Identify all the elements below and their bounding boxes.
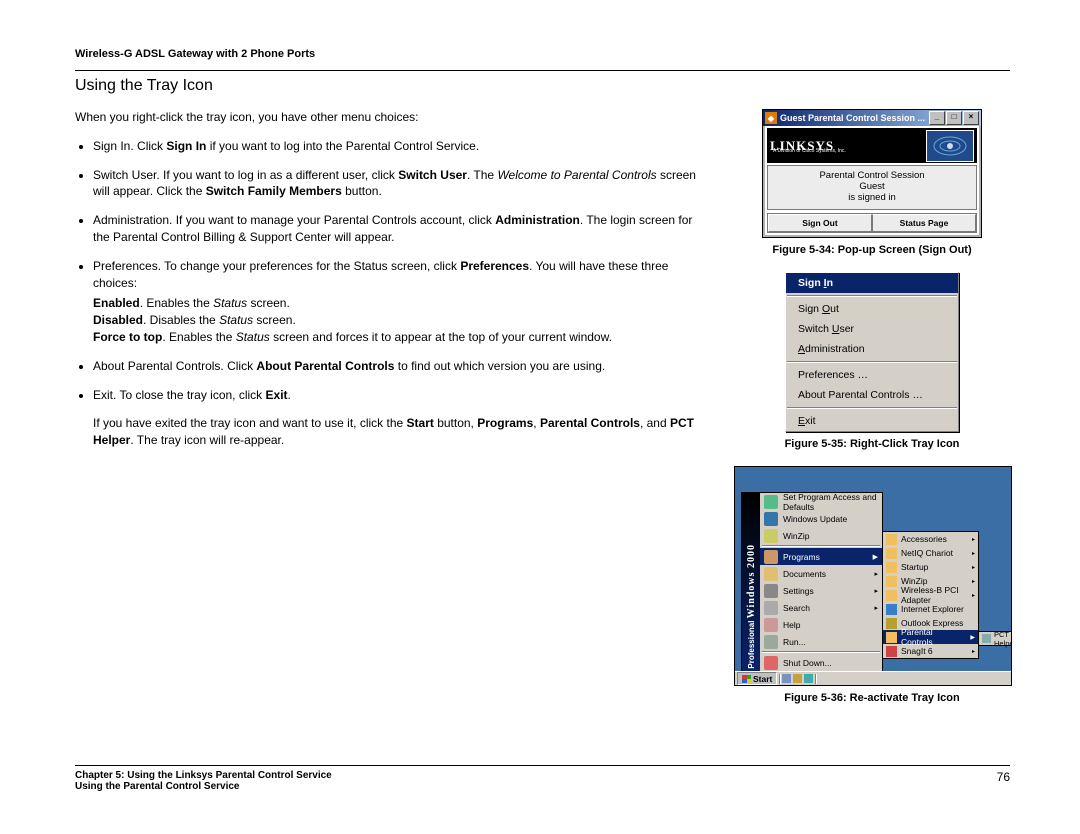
tail-paragraph: If you have exited the tray icon and wan… xyxy=(93,415,706,449)
brand-banner: LINKSYS A Division of Cisco Systems, Inc… xyxy=(767,128,977,163)
settings-icon xyxy=(764,584,778,598)
menu2-item[interactable]: NetIQ Chariot▸ xyxy=(883,546,978,560)
documents-icon xyxy=(764,567,778,581)
menu2-parental-controls[interactable]: Parental Controls▶ xyxy=(883,630,978,644)
parental-controls-submenu: PCT Helper xyxy=(978,631,1012,646)
menu-about[interactable]: About Parental Controls … xyxy=(786,385,958,405)
status-page-button[interactable]: Status Page xyxy=(872,214,976,232)
top-rule xyxy=(75,70,1010,71)
outlook-icon xyxy=(886,618,897,629)
menu2-item[interactable]: Internet Explorer xyxy=(883,602,978,616)
product-title: Wireless-G ADSL Gateway with 2 Phone Por… xyxy=(75,48,1010,60)
brand-subtext: A Division of Cisco Systems, Inc. xyxy=(773,148,846,154)
menu2-item[interactable]: Accessories▸ xyxy=(883,532,978,546)
chevron-right-icon: ▸ xyxy=(874,604,878,612)
start-menu: Professional Windows 2000 Set Program Ac… xyxy=(741,492,883,672)
app-icon: ◆ xyxy=(765,112,777,124)
section-title: Using the Tray Icon xyxy=(75,77,1010,95)
help-icon xyxy=(764,618,778,632)
close-button[interactable]: × xyxy=(963,111,979,125)
menu1-item[interactable]: Settings▸ xyxy=(760,582,882,599)
status-panel: Parental Control Session Guest is signed… xyxy=(767,165,977,210)
helper-icon xyxy=(982,634,991,643)
menu-signout[interactable]: Sign Out xyxy=(786,299,958,319)
body-text: When you right-click the tray icon, you … xyxy=(75,109,706,720)
menu1-item[interactable]: Search▸ xyxy=(760,599,882,616)
sign-out-button[interactable]: Sign Out xyxy=(768,214,872,232)
brand-image xyxy=(926,130,974,162)
menu-preferences[interactable]: Preferences … xyxy=(786,365,958,385)
bullet-administration: Administration. If you want to manage yo… xyxy=(93,212,706,246)
window-titlebar[interactable]: ◆ Guest Parental Control Session ... _ □… xyxy=(763,110,981,126)
menu1-item[interactable]: Windows Update xyxy=(760,510,882,527)
winzip-icon xyxy=(764,529,778,543)
figure-36-caption: Figure 5-36: Re-activate Tray Icon xyxy=(734,692,1010,704)
shutdown-icon xyxy=(764,656,778,670)
bullet-preferences: Preferences. To change your preferences … xyxy=(93,258,706,346)
folder-icon xyxy=(886,562,897,573)
footer-sub: Using the Parental Control Service xyxy=(75,781,332,792)
quicklaunch-icon[interactable] xyxy=(804,674,813,683)
window-title: Guest Parental Control Session ... xyxy=(780,113,925,123)
windows-flag-icon xyxy=(742,675,751,683)
page-number: 76 xyxy=(997,770,1010,792)
bullet-signin: Sign In. Click Sign In if you want to lo… xyxy=(93,138,706,155)
run-icon xyxy=(764,635,778,649)
minimize-button[interactable]: _ xyxy=(929,111,945,125)
taskbar: Start xyxy=(735,671,1011,685)
ie-icon xyxy=(886,604,897,615)
programs-submenu: Accessories▸ NetIQ Chariot▸ Startup▸ Win… xyxy=(882,531,979,659)
page-footer: Chapter 5: Using the Linksys Parental Co… xyxy=(75,765,1010,792)
folder-icon xyxy=(886,548,897,559)
menu3-pct-helper[interactable]: PCT Helper xyxy=(979,632,1012,645)
menu-administration[interactable]: Administration xyxy=(786,339,958,359)
programs-icon xyxy=(764,550,778,564)
menu2-item[interactable]: Startup▸ xyxy=(883,560,978,574)
windows-update-icon xyxy=(764,512,778,526)
folder-icon xyxy=(886,576,897,587)
figure-start-menu: Professional Windows 2000 Set Program Ac… xyxy=(734,466,1012,686)
menu1-item[interactable]: Documents▸ xyxy=(760,565,882,582)
program-access-icon xyxy=(764,495,778,509)
figure-popup-signout: ◆ Guest Parental Control Session ... _ □… xyxy=(762,109,982,238)
figure-35-caption: Figure 5-35: Right-Click Tray Icon xyxy=(734,438,1010,450)
menu-exit[interactable]: Exit xyxy=(786,411,958,431)
menu1-item[interactable]: Shut Down... xyxy=(760,654,882,671)
bullet-exit: Exit. To close the tray icon, click Exit… xyxy=(93,387,706,404)
snagit-icon xyxy=(886,646,897,657)
folder-icon xyxy=(886,534,897,545)
folder-icon xyxy=(886,590,897,601)
figure-34-caption: Figure 5-34: Pop-up Screen (Sign Out) xyxy=(734,244,1010,256)
menu1-item[interactable]: WinZip xyxy=(760,527,882,544)
bullet-switch-user: Switch User. If you want to log in as a … xyxy=(93,167,706,201)
maximize-button[interactable]: □ xyxy=(946,111,962,125)
menu1-item[interactable]: Set Program Access and Defaults xyxy=(760,493,882,510)
chevron-right-icon: ▸ xyxy=(874,570,878,578)
bullet-about: About Parental Controls. Click About Par… xyxy=(93,358,706,375)
menu2-item[interactable]: Wireless-B PCI Adapter▸ xyxy=(883,588,978,602)
menu-signin[interactable]: Sign In xyxy=(786,273,958,293)
menu1-item[interactable]: Help xyxy=(760,616,882,633)
menu1-item[interactable]: Run... xyxy=(760,633,882,650)
start-button[interactable]: Start xyxy=(737,672,777,685)
chevron-right-icon: ▶ xyxy=(873,553,878,561)
footer-chapter: Chapter 5: Using the Linksys Parental Co… xyxy=(75,770,332,781)
figure-context-menu: Sign In Sign Out Switch User Administrat… xyxy=(785,272,959,432)
quicklaunch-icon[interactable] xyxy=(793,674,802,683)
menu-switch-user[interactable]: Switch User xyxy=(786,319,958,339)
chevron-right-icon: ▸ xyxy=(874,587,878,595)
folder-icon xyxy=(886,632,897,643)
search-icon xyxy=(764,601,778,615)
quicklaunch-icon[interactable] xyxy=(782,674,791,683)
start-menu-band: Professional Windows 2000 xyxy=(742,493,760,671)
intro-paragraph: When you right-click the tray icon, you … xyxy=(75,109,706,126)
menu1-programs[interactable]: Programs▶ xyxy=(760,548,882,565)
